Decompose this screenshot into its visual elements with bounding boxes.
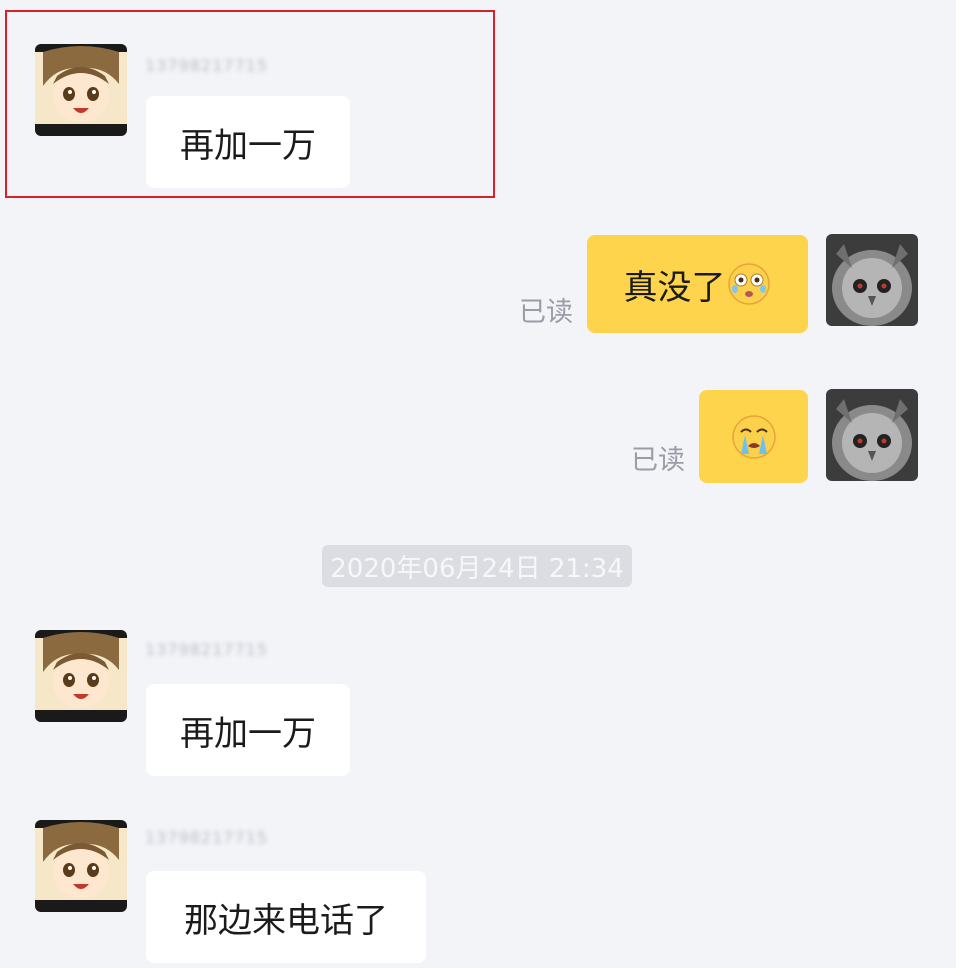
loudly-crying-face-icon bbox=[731, 414, 776, 459]
read-status: 已读 bbox=[631, 445, 685, 476]
anime-boy-avatar-icon bbox=[35, 630, 127, 722]
self-avatar[interactable] bbox=[826, 234, 918, 326]
anime-boy-avatar-icon bbox=[35, 44, 127, 136]
crying-face-icon bbox=[727, 263, 770, 305]
message-text: 再加一万 bbox=[180, 713, 316, 754]
sender-name: 13798217715 bbox=[145, 640, 268, 659]
sender-name: 13798217715 bbox=[145, 828, 268, 847]
anime-boy-avatar-icon bbox=[35, 820, 127, 912]
owl-avatar-icon bbox=[826, 389, 918, 481]
contact-avatar[interactable] bbox=[35, 820, 127, 912]
owl-avatar-icon bbox=[826, 234, 918, 326]
message-text: 那边来电话了 bbox=[184, 900, 388, 941]
message-text: 再加一万 bbox=[180, 125, 316, 166]
message-bubble[interactable]: 再加一万 bbox=[146, 96, 350, 188]
message-bubble[interactable]: 真没了 bbox=[587, 235, 808, 333]
sender-name: 13798217715 bbox=[145, 56, 268, 75]
contact-avatar[interactable] bbox=[35, 630, 127, 722]
message-bubble[interactable] bbox=[699, 390, 808, 483]
self-avatar[interactable] bbox=[826, 389, 918, 481]
read-status: 已读 bbox=[519, 297, 573, 328]
contact-avatar[interactable] bbox=[35, 44, 127, 136]
message-bubble[interactable]: 再加一万 bbox=[146, 684, 350, 776]
message-text: 真没了 bbox=[623, 267, 726, 308]
message-bubble[interactable]: 那边来电话了 bbox=[146, 871, 426, 963]
timestamp-divider: 2020年06月24日 21:34 bbox=[322, 545, 632, 587]
